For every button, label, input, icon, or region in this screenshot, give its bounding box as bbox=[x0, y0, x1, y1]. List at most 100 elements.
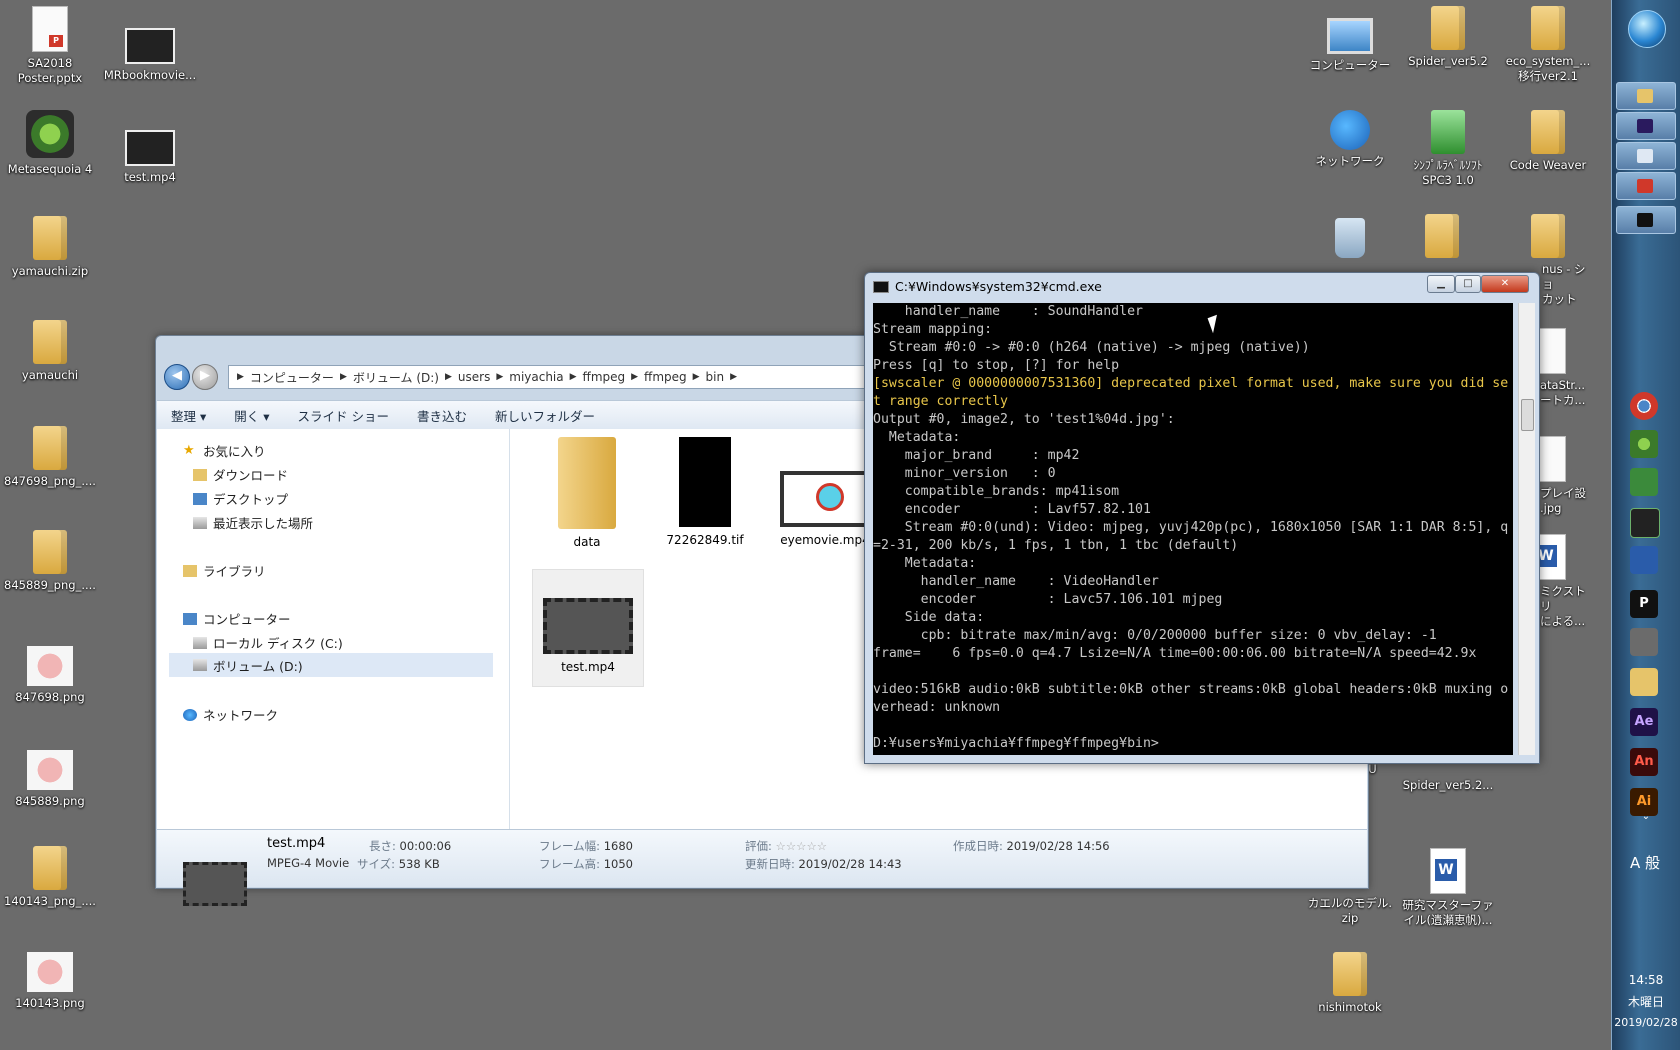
after-effects-icon[interactable]: Ae bbox=[1630, 708, 1658, 736]
drive-icon bbox=[193, 659, 207, 671]
desktop-icon-yamauchi[interactable]: yamauchi bbox=[2, 320, 98, 383]
desktop-icon-sa2018-poster[interactable]: P SA2018 Poster.pptx bbox=[2, 6, 98, 86]
desktop-icon-label: Metasequoia 4 bbox=[7, 162, 93, 176]
nav-favorites[interactable]: ★ お気に入り bbox=[183, 441, 266, 460]
console-line: handler_name : SoundHandler bbox=[873, 304, 1143, 319]
breadcrumb-ffmpeg[interactable]: ffmpeg bbox=[583, 370, 626, 384]
desktop-icon-code-weaver[interactable]: Code Weaver bbox=[1500, 110, 1596, 173]
taskbar-button-premiere[interactable] bbox=[1616, 112, 1676, 140]
metasequoia-icon[interactable] bbox=[1630, 430, 1658, 458]
console-line: handler_name : VideoHandler bbox=[873, 574, 1159, 589]
breadcrumb-computer[interactable]: コンピューター bbox=[250, 369, 334, 386]
desktop-icon-folder[interactable] bbox=[1394, 214, 1490, 262]
ime-indicator[interactable]: A 般 bbox=[1630, 852, 1660, 873]
desktop-icon-network[interactable]: ネットワーク bbox=[1302, 110, 1398, 169]
desktop-icon-eco-system[interactable]: eco_system_... 移行ver2.1 bbox=[1500, 6, 1596, 84]
folder-icon[interactable] bbox=[1630, 668, 1658, 696]
nav-volume-d[interactable]: ボリューム (D:) bbox=[169, 653, 493, 677]
new-folder-button[interactable]: 新しいフォルダー bbox=[495, 406, 595, 425]
breadcrumb-separator: ▶ bbox=[339, 372, 347, 382]
console-output[interactable]: handler_name : SoundHandler Stream mappin… bbox=[873, 303, 1513, 755]
nav-label: ライブラリ bbox=[203, 564, 266, 579]
nav-network[interactable]: ネットワーク bbox=[183, 705, 278, 724]
desktop-icon-label: Spider_ver5.2 bbox=[1408, 54, 1488, 68]
desktop-icon-test-mp4[interactable]: test.mp4 bbox=[102, 118, 198, 185]
breadcrumb-bin[interactable]: bin bbox=[706, 370, 725, 384]
cmd-window[interactable]: C:¥Windows¥system32¥cmd.exe ▁ □ ✕ handle… bbox=[864, 272, 1540, 764]
show-more-icon[interactable]: ⌄ bbox=[1612, 808, 1680, 825]
window-title-text: C:¥Windows¥system32¥cmd.exe bbox=[895, 279, 1102, 294]
file-item-data[interactable]: data bbox=[532, 437, 642, 549]
desktop-icon-845889-png[interactable]: 845889.png bbox=[2, 750, 98, 809]
breadcrumb-ffmpeg-2[interactable]: ffmpeg bbox=[644, 370, 687, 384]
taskbar-button-window[interactable] bbox=[1616, 142, 1676, 170]
forward-button[interactable]: ▶ bbox=[192, 364, 218, 390]
desktop-icon-label: MRbookmovie... bbox=[103, 68, 197, 82]
close-button[interactable]: ✕ bbox=[1481, 275, 1529, 293]
slideshow-button[interactable]: スライド ショー bbox=[298, 406, 389, 425]
frog-icon[interactable] bbox=[1630, 468, 1658, 496]
console-line: Stream mapping: bbox=[873, 322, 993, 337]
details-modified: 2019/02/28 14:43 bbox=[798, 857, 902, 871]
clock-time[interactable]: 14:58 bbox=[1612, 972, 1680, 989]
window-icon bbox=[1637, 149, 1653, 163]
desktop-icon-mrbookmovie[interactable]: MRbookmovie... bbox=[102, 16, 198, 83]
desktop-icon-spider[interactable]: Spider_ver5.2 bbox=[1400, 6, 1496, 69]
desktop-icon-140143-png[interactable]: 140143.png bbox=[2, 952, 98, 1011]
chrome-icon[interactable] bbox=[1630, 392, 1658, 420]
desktop-icon-label: 研究マスターファ イル(遺瀬恵帆)... bbox=[1402, 898, 1494, 927]
file-item-tif[interactable]: 72262849.tif bbox=[650, 437, 760, 547]
archive-icon[interactable] bbox=[1630, 628, 1658, 656]
desktop-icon-847698-zip[interactable]: 847698_png_.... bbox=[2, 426, 98, 489]
breadcrumb-volume-d[interactable]: ボリューム (D:) bbox=[353, 369, 439, 386]
breadcrumb-miyachia[interactable]: miyachia bbox=[509, 370, 563, 384]
desktop-icon-spc3[interactable]: ｼﾝﾌﾟﾙﾗﾍﾞﾙｿﾌﾄ SPC3 1.0 bbox=[1400, 110, 1496, 188]
nav-libraries[interactable]: ライブラリ bbox=[183, 561, 266, 580]
desktop-icon-845889-zip[interactable]: 845889_png_.... bbox=[2, 530, 98, 593]
desktop-icon-140143-zip[interactable]: 140143_png_.... bbox=[2, 846, 98, 909]
desktop-icon-847698-png[interactable]: 847698.png bbox=[2, 646, 98, 705]
desktop-icon-recycle-bin[interactable] bbox=[1302, 218, 1398, 262]
image-thumbnail bbox=[679, 437, 731, 527]
rating-stars[interactable]: ☆☆☆☆☆ bbox=[776, 839, 828, 853]
vertical-scrollbar[interactable] bbox=[1518, 303, 1535, 755]
start-button[interactable] bbox=[1628, 10, 1666, 48]
p-app-icon[interactable]: P bbox=[1630, 590, 1658, 618]
terminal-icon[interactable] bbox=[1630, 508, 1660, 538]
scrollbar-thumb[interactable] bbox=[1521, 399, 1534, 431]
nav-downloads[interactable]: ダウンロード bbox=[193, 465, 288, 484]
console-line: t range correctly bbox=[873, 394, 1008, 409]
desktop-icon-frog-model[interactable]: カエルのモデル. zip bbox=[1302, 896, 1398, 926]
nav-computer[interactable]: コンピューター bbox=[183, 609, 291, 628]
desktop-icon-metasequoia[interactable]: Metasequoia 4 bbox=[2, 110, 98, 177]
breadcrumb-users[interactable]: users bbox=[458, 370, 490, 384]
organize-button[interactable]: 整理 ▾ bbox=[171, 406, 206, 425]
breadcrumb-separator: ▶ bbox=[730, 372, 738, 382]
desktop-icon-spider-zip[interactable]: Spider_ver5.2... bbox=[1400, 778, 1496, 793]
video-thumbnail bbox=[780, 471, 870, 527]
desktop-icon-yamauchi-zip[interactable]: yamauchi.zip bbox=[2, 216, 98, 279]
maximize-button[interactable]: □ bbox=[1455, 275, 1481, 293]
open-button[interactable]: 開く ▾ bbox=[234, 406, 269, 425]
link-icon[interactable] bbox=[1630, 546, 1658, 574]
desktop-icon-label: 140143_png_.... bbox=[4, 894, 96, 908]
nav-desktop[interactable]: デスクトップ bbox=[193, 489, 288, 508]
minimize-button[interactable]: ▁ bbox=[1427, 275, 1455, 293]
taskbar-button-explorer[interactable] bbox=[1616, 82, 1676, 110]
nav-local-disk-c[interactable]: ローカル ディスク (C:) bbox=[193, 633, 343, 652]
burn-button[interactable]: 書き込む bbox=[417, 406, 467, 425]
file-item-test-mp4[interactable]: test.mp4 bbox=[532, 569, 644, 687]
folder-icon bbox=[558, 437, 616, 529]
desktop-icon-computer[interactable]: コンピューター bbox=[1302, 8, 1398, 73]
taskbar-button-powerpoint[interactable] bbox=[1616, 172, 1676, 200]
folder-icon bbox=[1531, 6, 1565, 50]
desktop-icon-research-master[interactable]: 研究マスターファ イル(遺瀬恵帆)... bbox=[1400, 848, 1496, 928]
details-label: フレーム幅: bbox=[539, 839, 601, 853]
taskbar-button-cmd[interactable] bbox=[1616, 206, 1676, 234]
nav-recent-places[interactable]: 最近表示した場所 bbox=[193, 513, 313, 532]
video-icon bbox=[125, 130, 175, 166]
desktop-icon-nishimotok[interactable]: nishimotok bbox=[1302, 952, 1398, 1015]
back-button[interactable]: ◀ bbox=[164, 364, 190, 390]
clock-date: 2019/02/28 bbox=[1614, 1016, 1678, 1029]
animate-icon[interactable]: An bbox=[1630, 748, 1658, 776]
